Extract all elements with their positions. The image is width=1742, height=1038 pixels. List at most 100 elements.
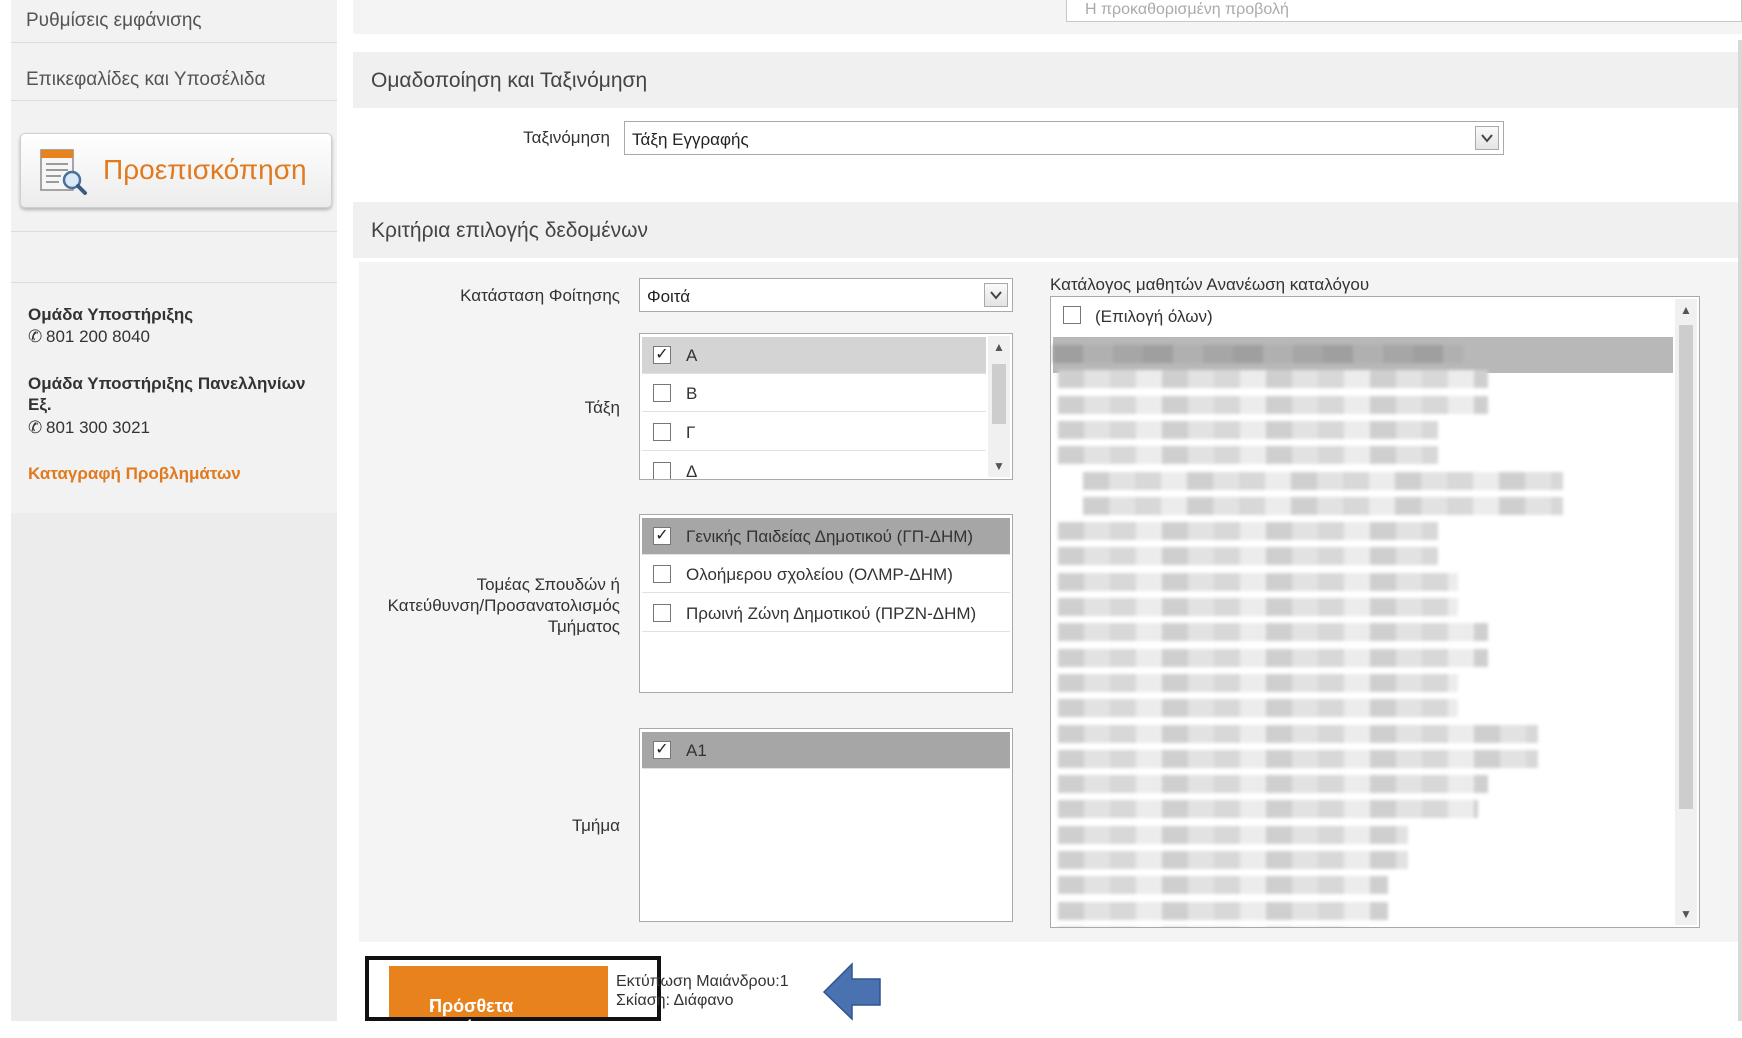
status-label: Κατάσταση Φοίτησης xyxy=(460,286,620,305)
redacted-student-name xyxy=(1058,851,1408,869)
page-right-edge xyxy=(1738,40,1742,1021)
default-view-dropdown[interactable]: Η προκαθορισμένη προβολή xyxy=(1066,0,1742,22)
class-option-d[interactable]: Δ xyxy=(642,453,986,480)
catalog-title: Κατάλογος μαθητών Ανανέωση καταλόγου xyxy=(1050,275,1369,295)
class-option-a[interactable]: ✓ Α xyxy=(642,337,986,374)
class-option-label: Δ xyxy=(686,462,698,480)
sidebar-lower-area xyxy=(11,513,337,1021)
print-meander-text: Εκτύπωση Μαιάνδρου:1 xyxy=(616,973,789,990)
redacted-student-name xyxy=(1083,471,1563,490)
checkbox-checked[interactable]: ✓ xyxy=(653,527,671,545)
sector-option-general[interactable]: ✓ Γενικής Παιδείας Δημοτικού (ΓΠ-ΔΗΜ) xyxy=(642,518,1010,555)
criteria-section-header: Κριτήρια επιλογής δεδομένων xyxy=(353,202,1742,258)
section-label: Τμήμα xyxy=(571,816,620,835)
refresh-catalog-link[interactable]: Ανανέωση καταλόγου xyxy=(1206,275,1369,294)
sidebar-link-headers-footers[interactable]: Επικεφαλίδες και Υποσέλιδα xyxy=(26,69,265,91)
select-all-checkbox[interactable] xyxy=(1063,306,1081,324)
grouping-section-title: Ομαδοποίηση και Ταξινόμηση xyxy=(371,69,648,92)
status-select-value: Φοιτά xyxy=(647,287,691,306)
sector-option-all-day[interactable]: Ολοήμερου σχολείου (ΟΛΜΡ-ΔΗΜ) xyxy=(642,556,1010,593)
more-criteria-label: Πρόσθετα κριτήρια xyxy=(429,996,514,1037)
sector-option-label: Ολοήμερου σχολείου (ΟΛΜΡ-ΔΗΜ) xyxy=(686,565,953,584)
preview-document-icon xyxy=(40,149,87,195)
sort-label: Ταξινόμηση xyxy=(523,128,610,147)
class-label: Τάξη xyxy=(584,398,620,417)
class-listbox[interactable]: ✓ Α Β Γ Δ ▲ ▼ xyxy=(639,333,1013,480)
scroll-up-icon[interactable]: ▲ xyxy=(988,336,1010,358)
preview-button-label: Προεπισκόπηση xyxy=(103,154,307,185)
checkbox-unchecked[interactable] xyxy=(653,462,671,479)
status-select[interactable]: Φοιτά xyxy=(639,278,1013,312)
class-option-label: Γ xyxy=(686,423,696,442)
redacted-student-name xyxy=(1058,749,1538,768)
redacted-student-name xyxy=(1058,800,1478,819)
exam-support-team-phone: ✆ 801 300 3021 xyxy=(28,418,150,438)
redacted-student-name xyxy=(1058,876,1388,895)
scrollbar-thumb[interactable] xyxy=(1679,325,1693,809)
redacted-student-name xyxy=(1058,522,1438,541)
sort-select-value: Τάξη Εγγραφής xyxy=(632,130,749,149)
section-option-a1[interactable]: ✓ Α1 xyxy=(642,732,1010,769)
scroll-down-icon[interactable]: ▼ xyxy=(1675,903,1697,925)
section-listbox[interactable]: ✓ Α1 xyxy=(639,728,1013,922)
checkbox-unchecked[interactable] xyxy=(653,604,671,622)
redacted-student-name xyxy=(1083,496,1563,515)
redacted-student-name xyxy=(1058,724,1538,743)
sidebar-link-display-settings[interactable]: Ρυθμίσεις εμφάνισης xyxy=(26,10,202,32)
phone-icon: ✆ xyxy=(28,418,43,437)
sector-label-line: Τμήματος xyxy=(547,617,620,636)
redacted-student-name xyxy=(1058,420,1438,439)
sector-option-label: Γενικής Παιδείας Δημοτικού (ΓΠ-ΔΗΜ) xyxy=(686,527,974,546)
redacted-student-name xyxy=(1058,648,1488,667)
sort-select[interactable]: Τάξη Εγγραφής xyxy=(624,121,1504,155)
sidebar-divider xyxy=(11,231,337,232)
pointer-arrow-icon xyxy=(822,962,881,1021)
phone-icon: ✆ xyxy=(28,327,43,346)
redacted-student-name xyxy=(1058,775,1488,794)
exam-support-phone-number: 801 300 3021 xyxy=(46,418,150,437)
class-option-b[interactable]: Β xyxy=(642,375,986,412)
student-catalog-listbox[interactable]: (Επιλογή όλων) ▲ ▼ xyxy=(1050,296,1700,928)
class-option-label: Α xyxy=(686,346,698,365)
checkbox-unchecked[interactable] xyxy=(653,565,671,583)
sidebar-divider xyxy=(11,100,337,101)
redacted-student-name xyxy=(1058,547,1438,566)
redacted-student-name xyxy=(1058,825,1408,844)
chevron-down-icon[interactable] xyxy=(1475,126,1499,150)
preview-button[interactable]: Προεπισκόπηση xyxy=(20,133,332,208)
redacted-student-name xyxy=(1058,926,1368,927)
more-criteria-button[interactable]: › Πρόσθετα κριτήρια xyxy=(389,966,608,1037)
redacted-student-name xyxy=(1058,370,1488,389)
class-listbox-scrollbar[interactable]: ▲ ▼ xyxy=(988,336,1010,477)
scroll-up-icon[interactable]: ▲ xyxy=(1675,299,1697,321)
redacted-student-name xyxy=(1058,395,1488,414)
redacted-student-name xyxy=(1058,673,1458,692)
scrollbar-thumb[interactable] xyxy=(992,364,1006,424)
sector-listbox[interactable]: ✓ Γενικής Παιδείας Δημοτικού (ΓΠ-ΔΗΜ) Ολ… xyxy=(639,514,1013,693)
catalog-title-text: Κατάλογος μαθητών xyxy=(1050,275,1203,294)
redacted-student-name xyxy=(1058,623,1488,642)
student-row[interactable] xyxy=(1053,919,1673,927)
support-team-title: Ομάδα Υποστήριξης xyxy=(28,305,194,324)
checkbox-unchecked[interactable] xyxy=(653,384,671,402)
sector-option-morning-zone[interactable]: Πρωινή Ζώνη Δημοτικού (ΠΡΖΝ-ΔΗΜ) xyxy=(642,595,1010,632)
sidebar-divider xyxy=(11,282,337,283)
checkbox-checked[interactable]: ✓ xyxy=(653,741,671,759)
checkbox-checked[interactable]: ✓ xyxy=(653,346,671,364)
exam-support-team-title: Ομάδα Υποστήριξης Πανελληνίων Εξ. xyxy=(28,374,306,414)
select-all-label[interactable]: (Επιλογή όλων) xyxy=(1095,307,1213,327)
criteria-section-title: Κριτήρια επιλογής δεδομένων xyxy=(371,219,648,242)
checkbox-unchecked[interactable] xyxy=(653,423,671,441)
sector-label-line: Κατεύθυνση/Προσανατολισμός xyxy=(387,596,620,615)
print-info: Εκτύπωση Μαιάνδρου:1 Σκίαση: Διάφανο xyxy=(616,972,789,1010)
support-team-phone: ✆ 801 200 8040 xyxy=(28,327,150,347)
redacted-student-name xyxy=(1058,572,1458,591)
print-shading-text: Σκίαση: Διάφανο xyxy=(616,992,734,1009)
sidebar: Ρυθμίσεις εμφάνισης Επικεφαλίδες και Υπο… xyxy=(11,0,337,1021)
catalog-scrollbar[interactable]: ▲ ▼ xyxy=(1675,299,1697,925)
report-problems-link[interactable]: Καταγραφή Προβλημάτων xyxy=(28,464,241,484)
scroll-down-icon[interactable]: ▼ xyxy=(988,455,1010,477)
class-option-c[interactable]: Γ xyxy=(642,414,986,451)
sector-label: Τομέας Σπουδών ή Κατεύθυνση/Προσανατολισ… xyxy=(375,574,620,637)
chevron-down-icon[interactable] xyxy=(984,283,1008,307)
